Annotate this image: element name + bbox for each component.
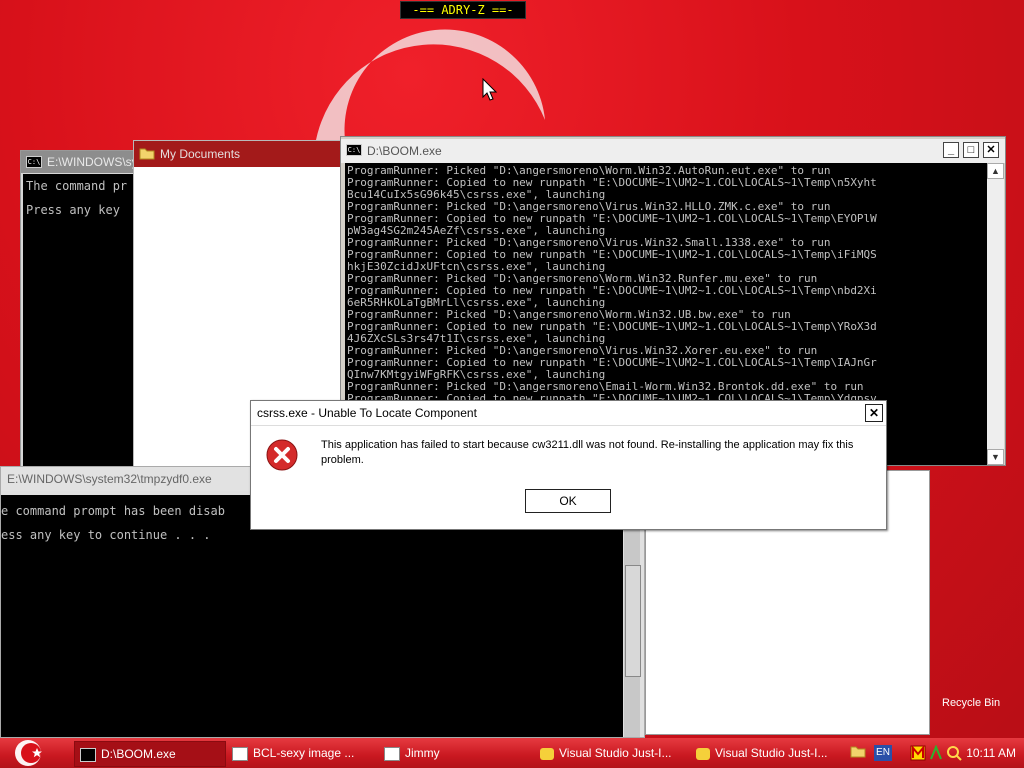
folder-icon[interactable] bbox=[850, 745, 866, 759]
cmd-window-2-console: e command prompt has been disab ess any k… bbox=[1, 495, 623, 737]
taskbar-item-label: BCL-sexy image ... bbox=[253, 746, 355, 760]
search-icon[interactable] bbox=[946, 745, 962, 761]
dialog-title: csrss.exe - Unable To Locate Component bbox=[257, 406, 477, 420]
close-button[interactable]: ✕ bbox=[983, 142, 999, 158]
network-icon[interactable] bbox=[928, 745, 944, 761]
my-documents-titlebar[interactable]: My Documents bbox=[134, 141, 347, 167]
language-indicator[interactable]: EN bbox=[874, 745, 892, 761]
debugger-icon bbox=[696, 747, 710, 760]
dialog-close-button[interactable]: ✕ bbox=[865, 404, 883, 422]
scroll-down-icon[interactable]: ▼ bbox=[987, 449, 1004, 465]
boom-window-title: D:\BOOM.exe bbox=[367, 144, 442, 158]
top-banner-label: -== ADRY-Z ==- bbox=[400, 1, 526, 19]
start-button[interactable] bbox=[8, 739, 48, 767]
system-tray: EN 10:11 AM bbox=[840, 740, 1024, 766]
scroll-thumb[interactable] bbox=[625, 565, 641, 677]
taskbar-item-bcl[interactable]: BCL-sexy image ... bbox=[232, 741, 372, 765]
cmd-window-2-title: E:\WINDOWS\system32\tmpzydf0.exe bbox=[7, 472, 212, 486]
dialog-titlebar[interactable]: csrss.exe - Unable To Locate Component ✕ bbox=[251, 401, 886, 426]
folder-icon bbox=[139, 148, 155, 160]
debugger-icon bbox=[540, 747, 554, 760]
vertical-scrollbar[interactable] bbox=[624, 495, 641, 737]
window-icon bbox=[232, 746, 248, 761]
clock[interactable]: 10:11 AM bbox=[966, 740, 1016, 766]
error-icon bbox=[266, 439, 298, 471]
vertical-scrollbar[interactable]: ▲ ▼ bbox=[987, 163, 1004, 465]
taskbar: D:\BOOM.exe BCL-sexy image ... Jimmy Vis… bbox=[0, 738, 1024, 768]
taskbar-item-boom[interactable]: D:\BOOM.exe bbox=[74, 741, 226, 767]
ok-button[interactable]: OK bbox=[525, 489, 611, 513]
cmd-window-1-titlebar[interactable]: C:\ E:\WINDOWS\sy bbox=[21, 151, 139, 173]
console-icon: C:\ bbox=[346, 144, 362, 156]
console-icon bbox=[80, 747, 96, 762]
taskbar-item-label: Visual Studio Just-I... bbox=[559, 746, 672, 760]
taskbar-item-vs-2[interactable]: Visual Studio Just-I... bbox=[696, 741, 836, 765]
taskbar-item-label: D:\BOOM.exe bbox=[101, 747, 176, 761]
console-line: Press any key bbox=[26, 203, 128, 217]
my-documents-title: My Documents bbox=[160, 147, 241, 161]
taskbar-item-vs-1[interactable]: Visual Studio Just-I... bbox=[540, 741, 690, 765]
scroll-up-icon[interactable]: ▲ bbox=[987, 163, 1004, 179]
maximize-button[interactable]: □ bbox=[963, 142, 979, 158]
minimize-button[interactable]: _ bbox=[943, 142, 959, 158]
dialog-message: This application has failed to start bec… bbox=[321, 439, 854, 466]
taskbar-item-jimmy[interactable]: Jimmy bbox=[384, 741, 524, 765]
window-icon bbox=[384, 746, 400, 761]
cmd-window-1[interactable]: C:\ E:\WINDOWS\sy The command pr Press an… bbox=[20, 150, 140, 470]
console-icon: C:\ bbox=[26, 156, 42, 168]
console-line: The command pr bbox=[26, 179, 128, 193]
taskbar-item-label: Jimmy bbox=[405, 746, 440, 760]
boom-titlebar[interactable]: C:\ D:\BOOM.exe _ □ ✕ bbox=[341, 139, 1005, 163]
taskbar-item-label: Visual Studio Just-I... bbox=[715, 746, 828, 760]
error-dialog[interactable]: csrss.exe - Unable To Locate Component ✕… bbox=[250, 400, 887, 530]
antivirus-icon[interactable] bbox=[910, 745, 926, 761]
cmd-window-1-title: E:\WINDOWS\sy bbox=[47, 155, 138, 169]
recycle-bin-label[interactable]: Recycle Bin bbox=[942, 697, 1000, 709]
mouse-cursor-icon bbox=[482, 78, 498, 101]
cmd-window-1-console: The command pr Press any key bbox=[23, 174, 139, 469]
